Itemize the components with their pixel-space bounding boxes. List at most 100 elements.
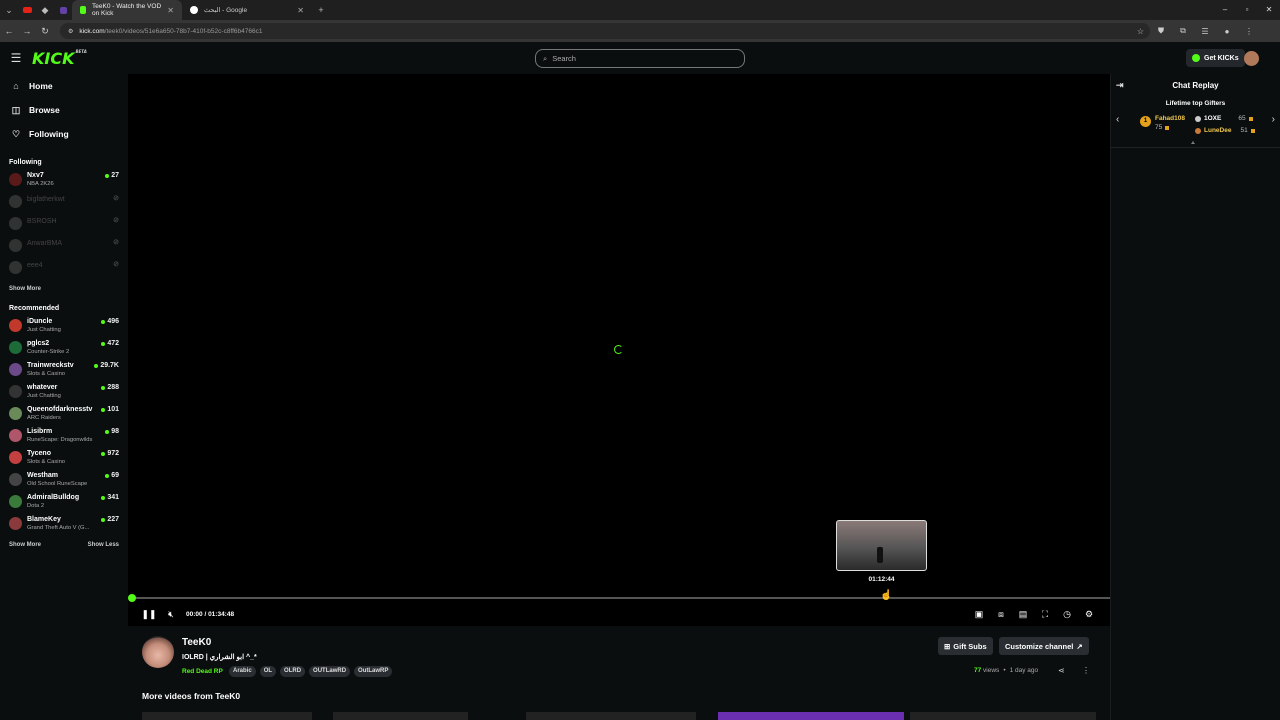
chevron-right-icon[interactable]: › [1272,114,1275,125]
video-category[interactable]: Red Dead RP [182,668,223,675]
browser-menu-icon[interactable]: ⋮ [1238,27,1260,36]
show-more-link[interactable]: Show More [9,536,41,554]
following-show-more[interactable]: Show More [9,280,41,298]
reading-list-icon[interactable]: ☰ [1194,27,1216,36]
back-icon[interactable]: ← [0,26,18,36]
video-card[interactable] [142,712,312,720]
site-info-icon[interactable]: ⚙ [68,28,73,35]
rank-medal-icon: 1 [1140,116,1151,127]
reload-icon[interactable]: ↻ [36,26,54,37]
chevron-left-icon[interactable]: ‹ [1116,114,1119,125]
tag[interactable]: OutLawRP [354,666,393,677]
kick-logo[interactable]: KICKBETA [32,49,87,68]
new-tab-icon[interactable]: + [312,0,330,20]
pinned-tab-icon[interactable]: ◆ [36,0,54,20]
gifter-second[interactable]: 1OXE 65 [1195,115,1253,122]
show-less-link[interactable]: Show Less [88,536,119,554]
close-window-icon[interactable]: ✕ [1258,0,1280,20]
sidebar-item-home[interactable]: ⌂ Home [0,74,128,98]
playback-speed-icon[interactable]: ◷ [1056,609,1078,620]
live-dot-icon [101,319,106,324]
mute-icon[interactable]: 🔇︎ [160,609,182,620]
channel-avatar [9,341,22,354]
gifter-first[interactable]: Fahad108 [1155,115,1185,122]
sidebar-channel[interactable]: pglcs2 Counter-Strike 2 472 [0,338,128,360]
sidebar-channel[interactable]: Lisibrm RuneScape: Dragonwilds 98 [0,426,128,448]
extensions-puzzle-icon[interactable]: ⧉ [1172,26,1194,36]
sidebar-channel[interactable]: Nxv7 NBA 2K26 27 [0,170,128,192]
viewer-count: 972 [107,450,119,457]
tag[interactable]: OL [259,666,277,677]
progress-track[interactable] [131,597,1110,599]
profile-icon[interactable]: ● [1216,27,1238,36]
theater-mode-icon[interactable]: ▤ [1012,609,1034,620]
recommended-heading: Recommended [9,305,60,312]
forward-icon[interactable]: → [18,26,36,36]
pause-icon[interactable]: ❚❚ [138,609,160,620]
viewer-count: 101 [107,406,119,413]
gifter-third[interactable]: LuneDee 51 [1195,127,1255,134]
share-icon[interactable]: ⋖ [1058,666,1065,675]
more-options-icon[interactable]: ⋮ [1082,666,1090,675]
sidebar-channel[interactable]: Queenofdarknesstv ARC Raiders 101 [0,404,128,426]
channel-category: RuneScape: Dragonwilds [27,437,93,443]
channel-category: Slots & Casino [27,371,66,377]
browser-tab[interactable]: البحث - Google ✕ [182,0,312,20]
minimize-icon[interactable]: – [1214,0,1236,20]
expand-gifters-icon[interactable]: ⩡ [1191,140,1195,148]
customize-channel-button[interactable]: Customize channel ↗ [999,637,1089,655]
video-card[interactable] [526,712,696,720]
channel-avatar[interactable] [142,636,174,668]
gift-subs-button[interactable]: ⊞ Gift Subs [938,637,993,655]
tab-close-icon[interactable]: ✕ [297,6,304,15]
pinned-tab-icon[interactable] [54,0,72,20]
sidebar-channel[interactable]: eee4 ⊘ [0,258,128,280]
url-field[interactable]: ⚙ kick.com/teek0/videos/51e6a650-78b7-41… [60,23,1150,39]
channel-avatar [9,363,22,376]
youtube-tab-icon[interactable] [18,0,36,20]
channel-name: AnwarBMA [27,240,63,247]
channel-info: TeeK0 IOLRD | ابو الشراري ^_* Red Dead R… [128,626,1110,720]
miniplayer-icon[interactable]: ▣ [968,609,990,620]
sidebar-channel[interactable]: iDuncle Just Chatting 496 [0,316,128,338]
channel-name: Tyceno [27,450,51,457]
maximize-icon[interactable]: ▫ [1236,0,1258,20]
sidebar-channel[interactable]: Tyceno Slots & Casino 972 [0,448,128,470]
video-player[interactable]: 01:12:44 ☝ ❚❚ 🔇︎ 00:00 / 01:34:48 ▣ ⧈ ▤ … [128,74,1110,626]
sidebar-channel[interactable]: AdmiralBulldog Dota 2 341 [0,492,128,514]
sidebar-channel[interactable]: AnwarBMA ⊘ [0,236,128,258]
channel-name[interactable]: TeeK0 [182,637,211,648]
sidebar-item-browse[interactable]: ◫ Browse [0,98,128,122]
tab-close-icon[interactable]: ✕ [167,6,174,15]
sidebar-item-following[interactable]: ♡ Following [0,122,128,146]
search-input[interactable]: ⌕ Search [535,49,745,68]
bookmark-star-icon[interactable]: ☆ [1137,27,1144,36]
extension-shield-icon[interactable]: ⛊ [1150,26,1172,36]
tag[interactable]: OLRD [280,666,306,677]
progress-handle[interactable] [128,594,136,602]
fullscreen-icon[interactable]: ⛶ [1034,609,1056,620]
video-card[interactable] [333,712,468,720]
menu-icon[interactable]: ☰ [0,51,32,65]
view-count: 77 [974,667,982,674]
video-card[interactable] [718,712,904,720]
tag[interactable]: OUTLawRD [309,666,351,677]
settings-gear-icon[interactable]: ⚙ [1078,609,1100,620]
seek-preview-thumbnail [836,520,927,571]
sidebar-channel[interactable]: whatever Just Chatting 288 [0,382,128,404]
sidebar-channel[interactable]: bigfatherkwt ⊘ [0,192,128,214]
tag[interactable]: Arabic [229,666,256,677]
tab-search-icon[interactable]: ⌄ [0,0,18,20]
sidebar-channel[interactable]: Westham Old School RuneScape 69 [0,470,128,492]
video-card[interactable] [910,712,1096,720]
clip-icon[interactable]: ⧈ [990,609,1012,620]
browser-tab-active[interactable]: TeeK0 - Watch the VOD on Kick ✕ [72,0,182,20]
user-avatar[interactable] [1244,51,1259,66]
sidebar-channel[interactable]: Trainwreckstv Slots & Casino 29.7K [0,360,128,382]
get-kicks-button[interactable]: Get KICKs [1186,49,1245,67]
viewer-count: 288 [107,384,119,391]
seek-preview-time: 01:12:44 [868,576,895,583]
sidebar-channel[interactable]: BlameKey Grand Theft Auto V (G... 227 [0,514,128,536]
collapse-chat-icon[interactable]: ⇥ [1116,80,1124,91]
sidebar-channel[interactable]: BSROSH ⊘ [0,214,128,236]
